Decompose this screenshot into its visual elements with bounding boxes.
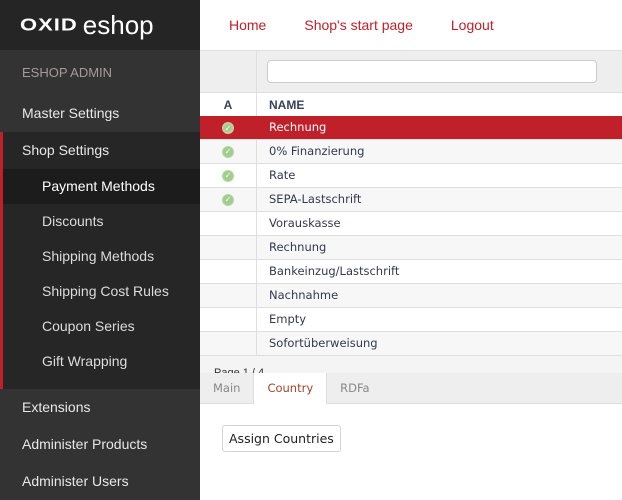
active-check-icon: ✓ (222, 169, 234, 182)
name-cell: Sofortüberweisung (269, 336, 378, 350)
name-cell: Rechnung (269, 120, 327, 134)
name-cell: Bankeinzug/Lastschrift (269, 264, 400, 278)
column-header-name[interactable]: NAME (257, 93, 622, 116)
name-cell: Vorauskasse (269, 216, 341, 230)
sidebar-title: ESHOP ADMIN (22, 65, 113, 80)
table-row[interactable]: Sofortüberweisung (200, 332, 622, 356)
name-cell: Rechnung (269, 240, 327, 254)
table-row[interactable]: Vorauskasse (200, 212, 622, 236)
table-row[interactable]: Nachnahme (200, 284, 622, 308)
name-cell: Empty (269, 312, 307, 326)
table-row[interactable]: Bankeinzug/Lastschrift (200, 260, 622, 284)
active-check-icon: ✓ (222, 121, 234, 134)
filter-active-cell (200, 51, 257, 92)
sidebar-item-shipping-cost-rules[interactable]: Shipping Cost Rules (3, 274, 200, 309)
logout-link[interactable]: Logout (451, 17, 494, 33)
tab-content: Assign Countries (200, 404, 622, 500)
tab-main[interactable]: Main (200, 373, 253, 403)
active-cell (200, 260, 257, 283)
oxid-eshop-logo[interactable]: OXID eshop (0, 0, 200, 50)
table-header: A NAME (200, 92, 622, 116)
filter-name-cell (257, 51, 622, 92)
column-header-active[interactable]: A (200, 93, 257, 116)
home-link[interactable]: Home (229, 17, 266, 33)
paging-info: Page 1 / 4 (200, 356, 622, 374)
name-cell: Rate (269, 168, 296, 182)
active-cell (200, 236, 257, 259)
table-row[interactable]: Empty (200, 308, 622, 332)
active-cell: ✓ (200, 116, 257, 139)
active-cell (200, 284, 257, 307)
assign-countries-button[interactable]: Assign Countries (222, 425, 341, 452)
name-cell: SEPA-Lastschrift (269, 192, 362, 206)
tab-rdfa[interactable]: RDFa (327, 373, 382, 403)
sidebar-item-coupon-series[interactable]: Coupon Series (3, 309, 200, 344)
active-cell (200, 332, 257, 355)
active-check-icon: ✓ (222, 145, 234, 158)
table-row[interactable]: Rechnung (200, 236, 622, 260)
active-cell (200, 308, 257, 331)
table-row[interactable]: ✓ Rate (200, 164, 622, 188)
sidebar-group-shop-settings: Shop Settings Payment Methods Discounts … (0, 132, 200, 389)
payment-methods-list: A NAME ✓ Rechnung ✓ 0% Finanzierung ✓ Rate ✓ SE… (200, 50, 622, 374)
sidebar-item-shipping-methods[interactable]: Shipping Methods (3, 239, 200, 274)
sidebar-item-payment-methods[interactable]: Payment Methods (3, 169, 200, 204)
sidebar-item-administer-products[interactable]: Administer Products (0, 426, 200, 463)
logo-brand: OXID (20, 14, 78, 35)
shop-settings-submenu: Payment Methods Discounts Shipping Metho… (3, 169, 200, 389)
name-cell: Nachnahme (269, 288, 339, 302)
shop-start-page-link[interactable]: Shop's start page (304, 17, 413, 33)
table-body: ✓ Rechnung ✓ 0% Finanzierung ✓ Rate ✓ SEPA-Last… (200, 116, 622, 356)
sidebar-item-gift-wrapping[interactable]: Gift Wrapping (3, 344, 200, 379)
table-row[interactable]: ✓ Rechnung (200, 116, 622, 140)
tab-country[interactable]: Country (253, 373, 328, 404)
name-cell: 0% Finanzierung (269, 144, 365, 158)
name-filter-input[interactable] (267, 60, 597, 83)
sidebar: OXID eshop ESHOP ADMIN Master Settings S… (0, 0, 200, 500)
top-navigation: Home Shop's start page Logout (200, 0, 622, 50)
sidebar-item-discounts[interactable]: Discounts (3, 204, 200, 239)
filter-row (200, 50, 622, 92)
active-cell: ✓ (200, 164, 257, 187)
detail-tabs: Main Country RDFa (200, 373, 622, 404)
sidebar-item-administer-users[interactable]: Administer Users (0, 463, 200, 500)
sidebar-item-shop-settings[interactable]: Shop Settings (3, 132, 200, 169)
table-row[interactable]: ✓ 0% Finanzierung (200, 140, 622, 164)
active-check-icon: ✓ (222, 193, 234, 206)
sidebar-item-master-settings[interactable]: Master Settings (0, 95, 200, 132)
active-cell: ✓ (200, 140, 257, 163)
active-cell: ✓ (200, 188, 257, 211)
table-row[interactable]: ✓ SEPA-Lastschrift (200, 188, 622, 212)
sidebar-item-extensions[interactable]: Extensions (0, 389, 200, 426)
logo-product: eshop (82, 9, 154, 40)
active-cell (200, 212, 257, 235)
